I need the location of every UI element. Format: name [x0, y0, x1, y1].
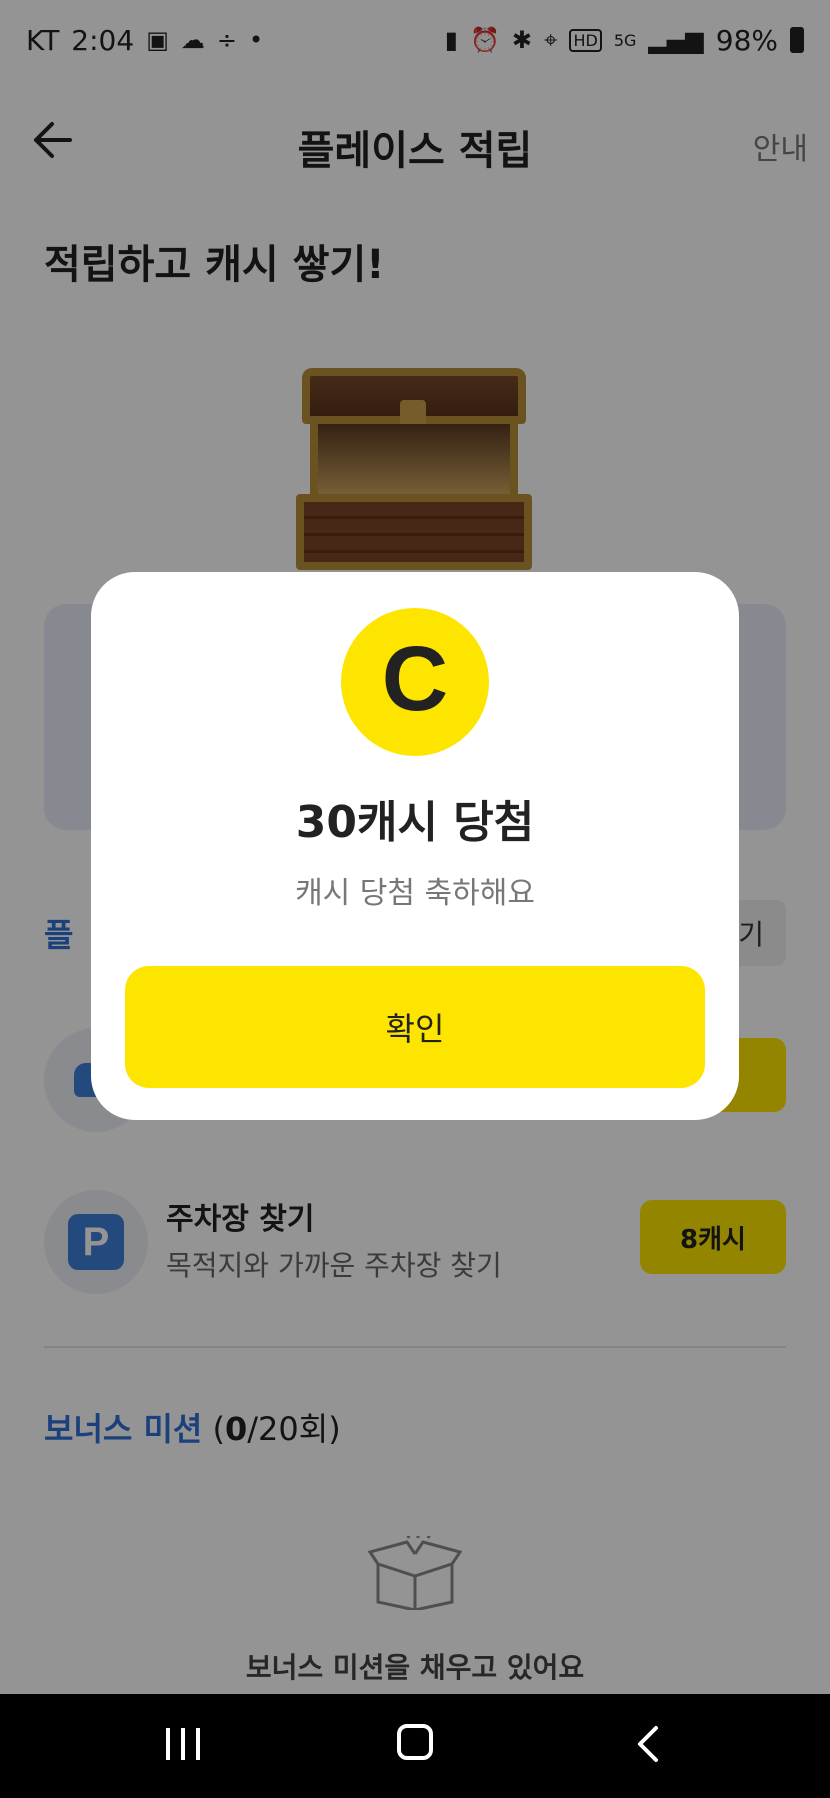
home-icon[interactable] [397, 1724, 433, 1760]
modal-title: 30캐시 당첨 [295, 797, 535, 848]
confirm-button[interactable]: 확인 [125, 966, 705, 1088]
nav-back-icon[interactable] [630, 1724, 670, 1764]
recents-icon[interactable] [166, 1728, 200, 1760]
reward-modal: C 30캐시 당첨 캐시 당첨 축하해요 확인 [91, 572, 739, 1120]
modal-subtitle: 캐시 당첨 축하해요 [295, 876, 535, 911]
navigation-bar [0, 1694, 830, 1798]
cash-coin-icon: C [341, 608, 489, 756]
coin-letter: C [381, 628, 449, 730]
